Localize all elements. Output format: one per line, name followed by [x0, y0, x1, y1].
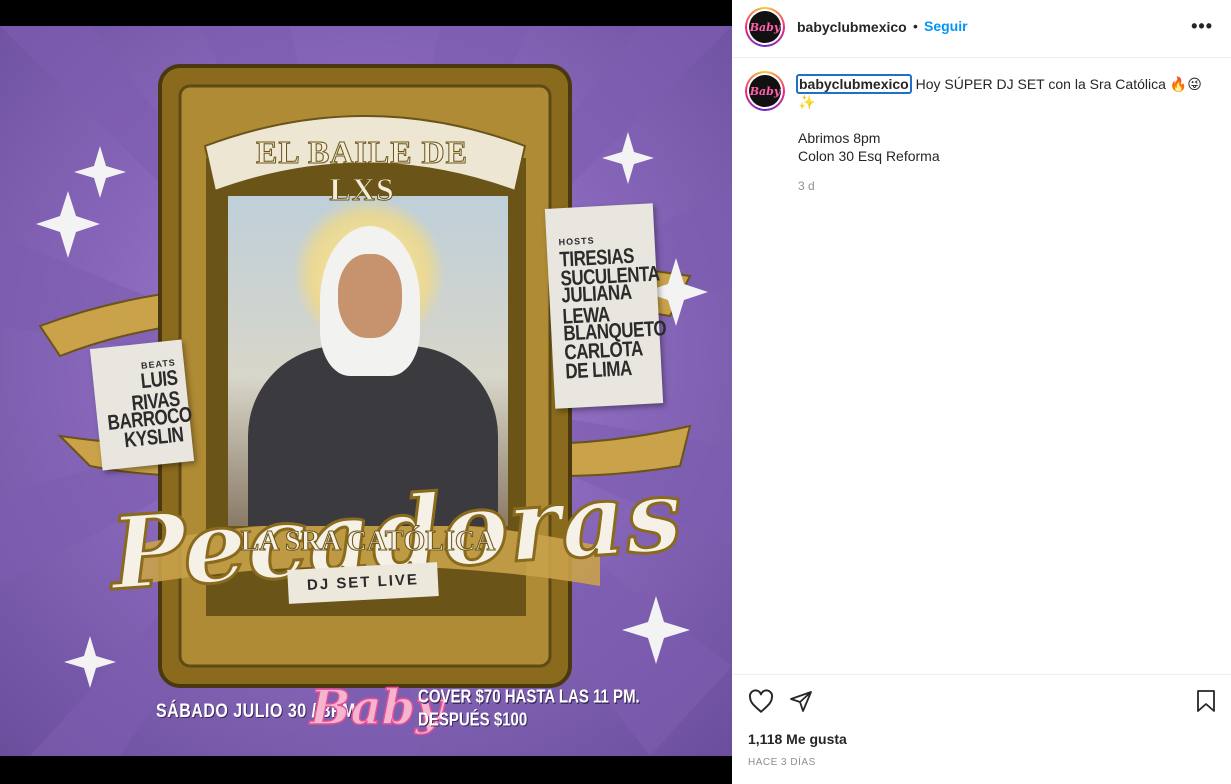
- avatar-logo: Baby: [749, 75, 781, 107]
- post-panel: Baby babyclubmexico • Seguir ••• Baby ba…: [732, 0, 1231, 784]
- caption-username[interactable]: babyclubmexico: [796, 74, 912, 94]
- poster-cover: COVER $70 HASTA LAS 11 PM. DESPUÉS $100: [418, 688, 640, 734]
- caption-line: Abrimos 8pm: [798, 130, 881, 146]
- post-caption: babyclubmexico Hoy SÚPER DJ SET con la S…: [796, 74, 1218, 195]
- event-poster: EL BAILE DE LXS BEATS LUIS RIVAS BARROCO…: [0, 26, 732, 756]
- poster-subtitle: LA SRA CATÓLICA: [240, 526, 496, 558]
- separator-dot: •: [913, 18, 918, 34]
- post-media[interactable]: EL BAILE DE LXS BEATS LUIS RIVAS BARROCO…: [0, 0, 732, 784]
- cover-line: DESPUÉS $100: [418, 709, 528, 731]
- caption-avatar[interactable]: Baby: [745, 71, 785, 111]
- caption-line: Colon 30 Esq Reforma: [798, 148, 940, 164]
- beats-card: BEATS LUIS RIVAS BARROCO KYSLIN: [89, 339, 195, 471]
- hosts-card: HOSTS TIRESIAS SUCULENTA JULIANA LEWA BL…: [544, 203, 667, 409]
- follow-button[interactable]: Seguir: [924, 18, 968, 34]
- avatar-logo: Baby: [749, 11, 781, 43]
- host-name: DE LIMA: [564, 356, 633, 384]
- header-username[interactable]: babyclubmexico: [797, 19, 907, 35]
- more-options-icon[interactable]: •••: [1191, 16, 1213, 37]
- post-header: Baby babyclubmexico • Seguir •••: [732, 0, 1231, 58]
- likes-count[interactable]: 1,118 Me gusta: [748, 731, 847, 747]
- post-date: HACE 3 DÍAS: [748, 757, 816, 768]
- poster-top-title: EL BAILE DE LXS: [256, 134, 468, 208]
- caption-time[interactable]: 3 d: [798, 177, 1218, 195]
- bookmark-icon[interactable]: [1195, 689, 1217, 718]
- action-bar: [732, 674, 1231, 726]
- cover-line: COVER $70 HASTA LAS 11 PM.: [418, 687, 640, 708]
- heart-icon[interactable]: [748, 689, 774, 720]
- figure-face: [338, 254, 402, 338]
- avatar[interactable]: Baby: [745, 7, 785, 47]
- paper-plane-icon[interactable]: [789, 689, 813, 718]
